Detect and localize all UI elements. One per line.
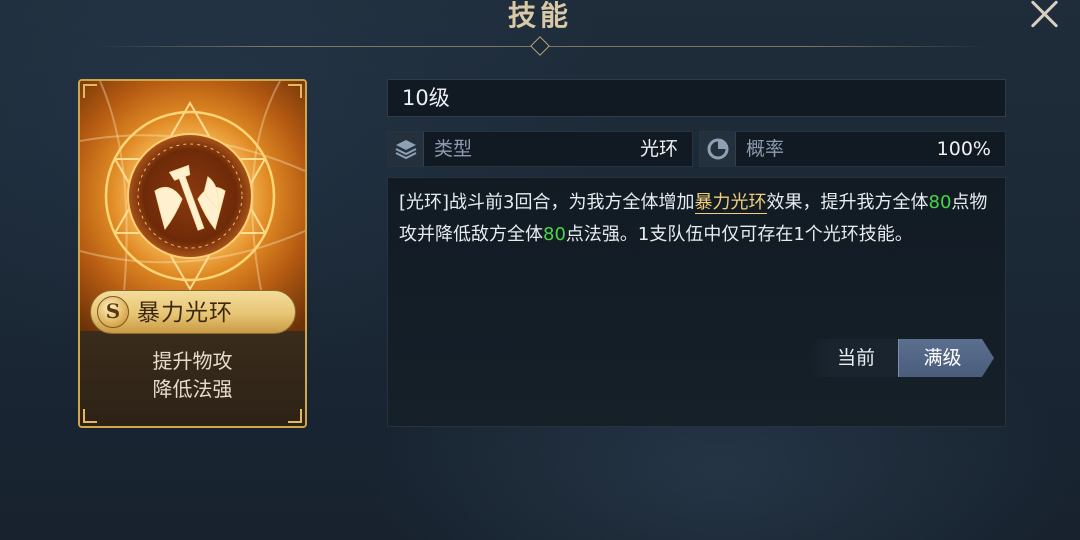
page-title: 技能 bbox=[507, 0, 572, 32]
highlighted-skill-link[interactable]: 暴力光环 bbox=[694, 192, 767, 214]
stat-type-value: 光环 bbox=[639, 138, 678, 160]
card-corner-ornament bbox=[288, 84, 302, 98]
stat-probability: 概率 100% bbox=[699, 131, 1006, 167]
skill-name-plate: S 暴力光环 bbox=[90, 290, 296, 334]
skill-summary-line-2: 降低法强 bbox=[152, 377, 233, 401]
grade-badge: S bbox=[97, 296, 129, 328]
close-icon[interactable] bbox=[1028, 0, 1062, 30]
skill-name: 暴力光环 bbox=[137, 300, 233, 326]
toggle-max-level-button[interactable]: 满级 bbox=[898, 339, 994, 377]
description-text: 效果，提升我方全体 bbox=[766, 192, 929, 213]
stat-probability-label: 概率 bbox=[746, 138, 785, 160]
stat-probability-value: 100% bbox=[936, 138, 991, 160]
description-text: [光环]战斗前3回合，为我方全体增加 bbox=[399, 192, 695, 213]
magic-reduction-value: 80 bbox=[543, 224, 566, 245]
skill-description: [光环]战斗前3回合，为我方全体增加暴力光环效果，提升我方全体80点物攻并降低敌… bbox=[399, 187, 999, 251]
toggle-current-level-button[interactable]: 当前 bbox=[806, 339, 906, 377]
skill-card: S 暴力光环 提升物攻 降低法强 bbox=[78, 79, 307, 428]
card-corner-ornament bbox=[83, 84, 97, 98]
layers-icon bbox=[388, 132, 424, 166]
skill-level: 10级 bbox=[387, 79, 1006, 117]
card-corner-ornament bbox=[288, 409, 302, 423]
stat-type: 类型 光环 bbox=[387, 131, 693, 167]
description-text: 点法强。1支队伍中仅可存在1个光环技能。 bbox=[565, 224, 913, 245]
attack-bonus-value: 80 bbox=[928, 192, 952, 213]
pie-chart-icon bbox=[700, 132, 736, 166]
skill-summary: 提升物攻 降低法强 bbox=[80, 347, 305, 403]
stat-type-label: 类型 bbox=[434, 138, 473, 160]
skill-description-panel: [光环]战斗前3回合，为我方全体增加暴力光环效果，提升我方全体80点物攻并降低敌… bbox=[387, 177, 1006, 427]
header-diamond-ornament bbox=[530, 36, 550, 56]
card-corner-ornament bbox=[83, 409, 97, 423]
skill-summary-line-1: 提升物攻 bbox=[152, 349, 233, 373]
